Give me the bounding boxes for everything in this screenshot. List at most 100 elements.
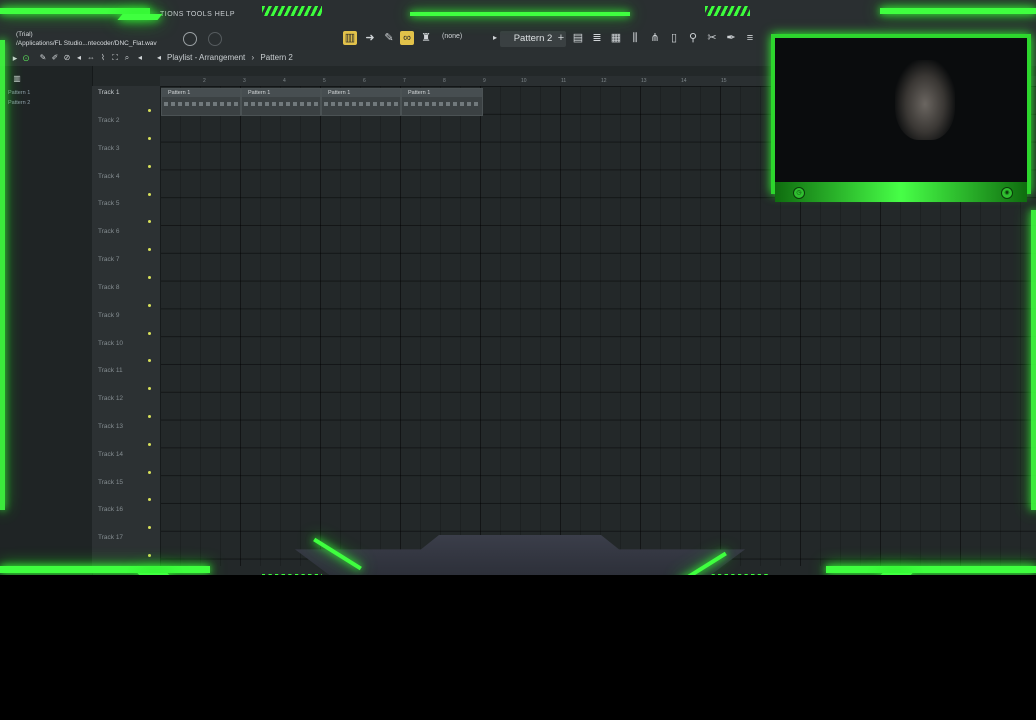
track-label[interactable]: Track 11 [98, 367, 123, 374]
playback-tool-icon[interactable]: ◂ [133, 51, 147, 65]
track-mute-indicator[interactable] [148, 304, 151, 307]
track-mute-indicator[interactable] [148, 498, 151, 501]
pencil-icon[interactable]: ✎ [382, 31, 396, 45]
webcam-bar [775, 182, 1027, 202]
pattern-mode-icon[interactable]: ▥ [343, 31, 357, 45]
track-mute-indicator[interactable] [148, 443, 151, 446]
stamp-icon[interactable]: ♜ [419, 31, 433, 45]
track-mute-indicator[interactable] [148, 332, 151, 335]
track-mute-indicator[interactable] [148, 193, 151, 196]
pattern-clip[interactable]: Pattern 1 [241, 88, 321, 116]
overlay-frame-top-center [410, 12, 630, 16]
menu-arrow-icon[interactable]: ◂ [152, 51, 166, 65]
track-mute-indicator[interactable] [148, 471, 151, 474]
track-label[interactable]: Track 5 [98, 200, 119, 207]
track-label[interactable]: Track 4 [98, 173, 119, 180]
track-mute-indicator[interactable] [148, 276, 151, 279]
track-label[interactable]: Track 3 [98, 145, 119, 152]
webcam-feed [895, 60, 955, 140]
overlay-frame-right [1031, 210, 1036, 510]
ruler-mark: 6 [363, 78, 366, 84]
pattern-clip[interactable]: Pattern 1 [321, 88, 401, 116]
wrench-icon[interactable]: ✂ [705, 31, 719, 45]
ruler-mark: 7 [403, 78, 406, 84]
snap-selector[interactable]: (none) [442, 33, 462, 40]
arrow-right-icon[interactable]: ➜ [363, 31, 377, 45]
browser-icon[interactable]: ⋔ [648, 31, 662, 45]
help-icon[interactable]: ✒ [724, 31, 738, 45]
clock-icon: ◷ [793, 187, 805, 199]
track-mute-indicator[interactable] [148, 109, 151, 112]
track-mute-indicator[interactable] [148, 165, 151, 168]
track-label[interactable]: Track 12 [98, 395, 123, 402]
track-mute-indicator[interactable] [148, 248, 151, 251]
overlay-frame-top-left-notch [117, 14, 163, 20]
ruler-mark: 5 [323, 78, 326, 84]
file-info: (Trial) /Applications/FL Studio...ntecod… [16, 30, 157, 48]
file-icon[interactable]: ▯ [667, 31, 681, 45]
menu-icon[interactable]: ≡ [743, 31, 757, 45]
track-label[interactable]: Track 2 [98, 117, 119, 124]
track-label[interactable]: Track 16 [98, 506, 123, 513]
tempo-knob-icon[interactable] [183, 32, 197, 46]
track-mute-indicator[interactable] [148, 387, 151, 390]
clip-label: Pattern 1 [162, 89, 240, 97]
track-label[interactable]: Track 14 [98, 451, 123, 458]
track-label[interactable]: Track 6 [98, 228, 119, 235]
track-label[interactable]: Track 13 [98, 423, 123, 430]
track-mute-indicator[interactable] [148, 220, 151, 223]
breadcrumb-playlist[interactable]: Playlist - Arrangement [167, 53, 245, 62]
overlay-frame-top-right [880, 8, 1036, 14]
track-label[interactable]: Track 9 [98, 312, 119, 319]
user-icon: ◉ [1001, 187, 1013, 199]
link-icon[interactable]: ∞ [400, 31, 414, 45]
ruler-mark: 4 [283, 78, 286, 84]
track-label[interactable]: Track 10 [98, 340, 123, 347]
track-label[interactable]: Track 1 [98, 89, 119, 96]
picker-item[interactable]: Pattern 1 [8, 90, 30, 96]
overlay-frame-left [0, 40, 5, 510]
track-label[interactable]: Track 7 [98, 256, 119, 263]
track-mute-indicator[interactable] [148, 526, 151, 529]
picker-item[interactable]: Pattern 2 [8, 100, 30, 106]
menu-bar[interactable]: TIONS TOOLS HELP [160, 11, 235, 18]
piano-roll-icon[interactable]: ≣ [590, 31, 604, 45]
volume-knob-icon[interactable] [208, 32, 222, 46]
ruler-mark: 11 [561, 78, 567, 84]
zoom-tool-icon[interactable]: ⌕ [120, 51, 134, 65]
trial-label: (Trial) [16, 31, 33, 38]
track-mute-indicator[interactable] [148, 554, 151, 557]
overlay-stripes [705, 6, 750, 16]
track-label[interactable]: Track 15 [98, 479, 123, 486]
track-label[interactable]: Track 17 [98, 534, 123, 541]
pattern-clip[interactable]: Pattern 1 [401, 88, 483, 116]
plugin-icon[interactable]: ⚲ [686, 31, 700, 45]
overlay-stripes [262, 6, 322, 16]
ruler-mark: 9 [483, 78, 486, 84]
ruler-mark: 13 [641, 78, 647, 84]
track-mute-indicator[interactable] [148, 137, 151, 140]
ruler-mark: 12 [601, 78, 607, 84]
pattern-clip[interactable]: Pattern 1 [161, 88, 241, 116]
clip-notes [164, 102, 238, 106]
piano-icon[interactable]: ▥ [10, 72, 24, 86]
channel-rack-icon[interactable]: ▦ [609, 31, 623, 45]
breadcrumb: Playlist - Arrangement › Pattern 2 [167, 53, 293, 62]
overlay-frame-bottom-right [826, 566, 1036, 573]
clip-label: Pattern 1 [242, 89, 320, 97]
breadcrumb-pattern[interactable]: Pattern 2 [260, 53, 292, 62]
mixer-icon[interactable]: ⫼ [628, 31, 642, 45]
ruler-mark: 3 [243, 78, 246, 84]
ruler-mark: 2 [203, 78, 206, 84]
track-mute-indicator[interactable] [148, 415, 151, 418]
track-mute-indicator[interactable] [148, 359, 151, 362]
clip-label: Pattern 1 [322, 89, 400, 97]
overlay-frame-bottom-left [0, 566, 210, 573]
picker-panel [0, 66, 93, 575]
track-label[interactable]: Track 8 [98, 284, 119, 291]
clip-notes [324, 102, 398, 106]
ruler-mark: 8 [443, 78, 446, 84]
playlist-icon[interactable]: ▤ [571, 31, 585, 45]
magnet-icon[interactable]: ⊙ [19, 51, 33, 65]
add-pattern-icon[interactable]: + [554, 31, 568, 45]
